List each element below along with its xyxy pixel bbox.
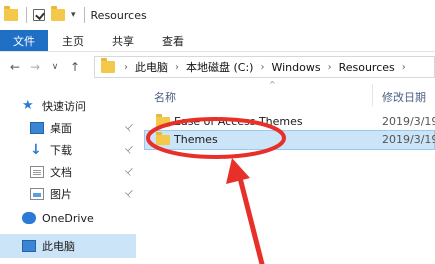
sidebar-item-label: 快速访问 [42,100,86,113]
chevron-right-icon[interactable]: › [402,62,406,73]
sidebar-item-downloads[interactable]: ↓ 下载 ⊥ [0,138,140,162]
divider [372,84,373,106]
sidebar-item-label: 桌面 [50,122,72,135]
sort-caret-icon: ^ [269,80,276,89]
file-name: Ease of Access Themes [174,115,303,128]
sidebar-item-quick-access[interactable]: ★ 快速访问 [0,94,140,118]
file-date: 2019/3/19 [382,115,435,128]
sidebar-item-pictures[interactable]: 图片 ⊥ [0,182,140,206]
forward-arrow-icon[interactable]: → [28,60,42,74]
window-title: Resources [90,8,147,22]
star-icon: ★ [22,98,34,113]
computer-icon [22,240,36,252]
pin-icon: ⊥ [122,164,137,179]
list-item[interactable]: Themes 2019/3/19 [144,130,435,150]
sidebar-item-label: 下载 [50,144,72,157]
new-folder-icon[interactable] [51,6,65,21]
folder-icon [156,114,170,127]
sidebar-item-documents[interactable]: 文档 ⊥ [0,160,140,184]
divider [83,7,85,23]
cloud-icon [22,212,36,224]
pin-icon: ⊥ [122,120,137,135]
folder-icon [101,58,115,73]
title-bar: ▾ Resources [0,0,435,30]
back-arrow-icon[interactable]: ← [8,60,22,74]
document-icon [30,166,44,178]
recent-locations-chevron-icon[interactable]: ∨ [48,62,62,72]
desktop-icon [30,122,44,134]
breadcrumb-resources[interactable]: Resources [339,61,395,74]
sidebar-item-label: 文档 [50,166,72,179]
tab-share[interactable]: 共享 [98,30,148,51]
list-item[interactable]: Ease of Access Themes 2019/3/19 [144,112,435,132]
divider [26,7,27,23]
chevron-right-icon[interactable]: › [175,62,179,73]
tab-home[interactable]: 主页 [48,30,98,51]
chevron-down-icon[interactable]: ▾ [71,10,76,20]
breadcrumb-local-disk[interactable]: 本地磁盘 (C:) [186,59,253,75]
properties-icon[interactable] [33,9,45,21]
picture-icon [30,188,44,200]
sidebar-item-label: 此电脑 [42,240,75,253]
sidebar-item-desktop[interactable]: 桌面 ⊥ [0,116,140,140]
file-date: 2019/3/19 [382,133,435,146]
navigation-row: ← → ∨ ↑ › 此电脑 › 本地磁盘 (C:) › Windows › Re… [0,52,435,82]
sidebar-item-label: 图片 [50,188,72,201]
navigation-pane: ★ 快速访问 桌面 ⊥ ↓ 下载 ⊥ 文档 ⊥ 图片 ⊥ OneDrive 此电… [0,82,140,264]
chevron-right-icon[interactable]: › [328,62,332,73]
tab-file[interactable]: 文件 [0,30,48,51]
column-header-row: ^ 名称 修改日期 [144,80,435,108]
sidebar-item-onedrive[interactable]: OneDrive [0,206,140,230]
folder-icon [156,132,170,145]
file-list: ^ 名称 修改日期 Ease of Access Themes 2019/3/1… [144,80,435,264]
address-bar[interactable]: › 此电脑 › 本地磁盘 (C:) › Windows › Resources … [94,56,435,78]
breadcrumb-this-pc[interactable]: 此电脑 [135,59,168,75]
chevron-right-icon[interactable]: › [124,62,128,73]
tab-view[interactable]: 查看 [148,30,198,51]
sidebar-item-this-pc[interactable]: 此电脑 [0,234,136,258]
column-header-date[interactable]: 修改日期 [382,89,426,105]
download-icon: ↓ [30,142,42,158]
chevron-right-icon[interactable]: › [260,62,264,73]
column-header-name[interactable]: 名称 [154,89,176,105]
sidebar-item-label: OneDrive [42,211,94,225]
file-name: Themes [174,133,218,146]
breadcrumb-windows[interactable]: Windows [271,61,320,74]
folder-icon [4,6,18,21]
pin-icon: ⊥ [122,186,137,201]
ribbon-tabs: 文件 主页 共享 查看 [0,30,435,52]
pin-icon: ⊥ [122,142,137,157]
up-arrow-icon[interactable]: ↑ [68,60,82,74]
